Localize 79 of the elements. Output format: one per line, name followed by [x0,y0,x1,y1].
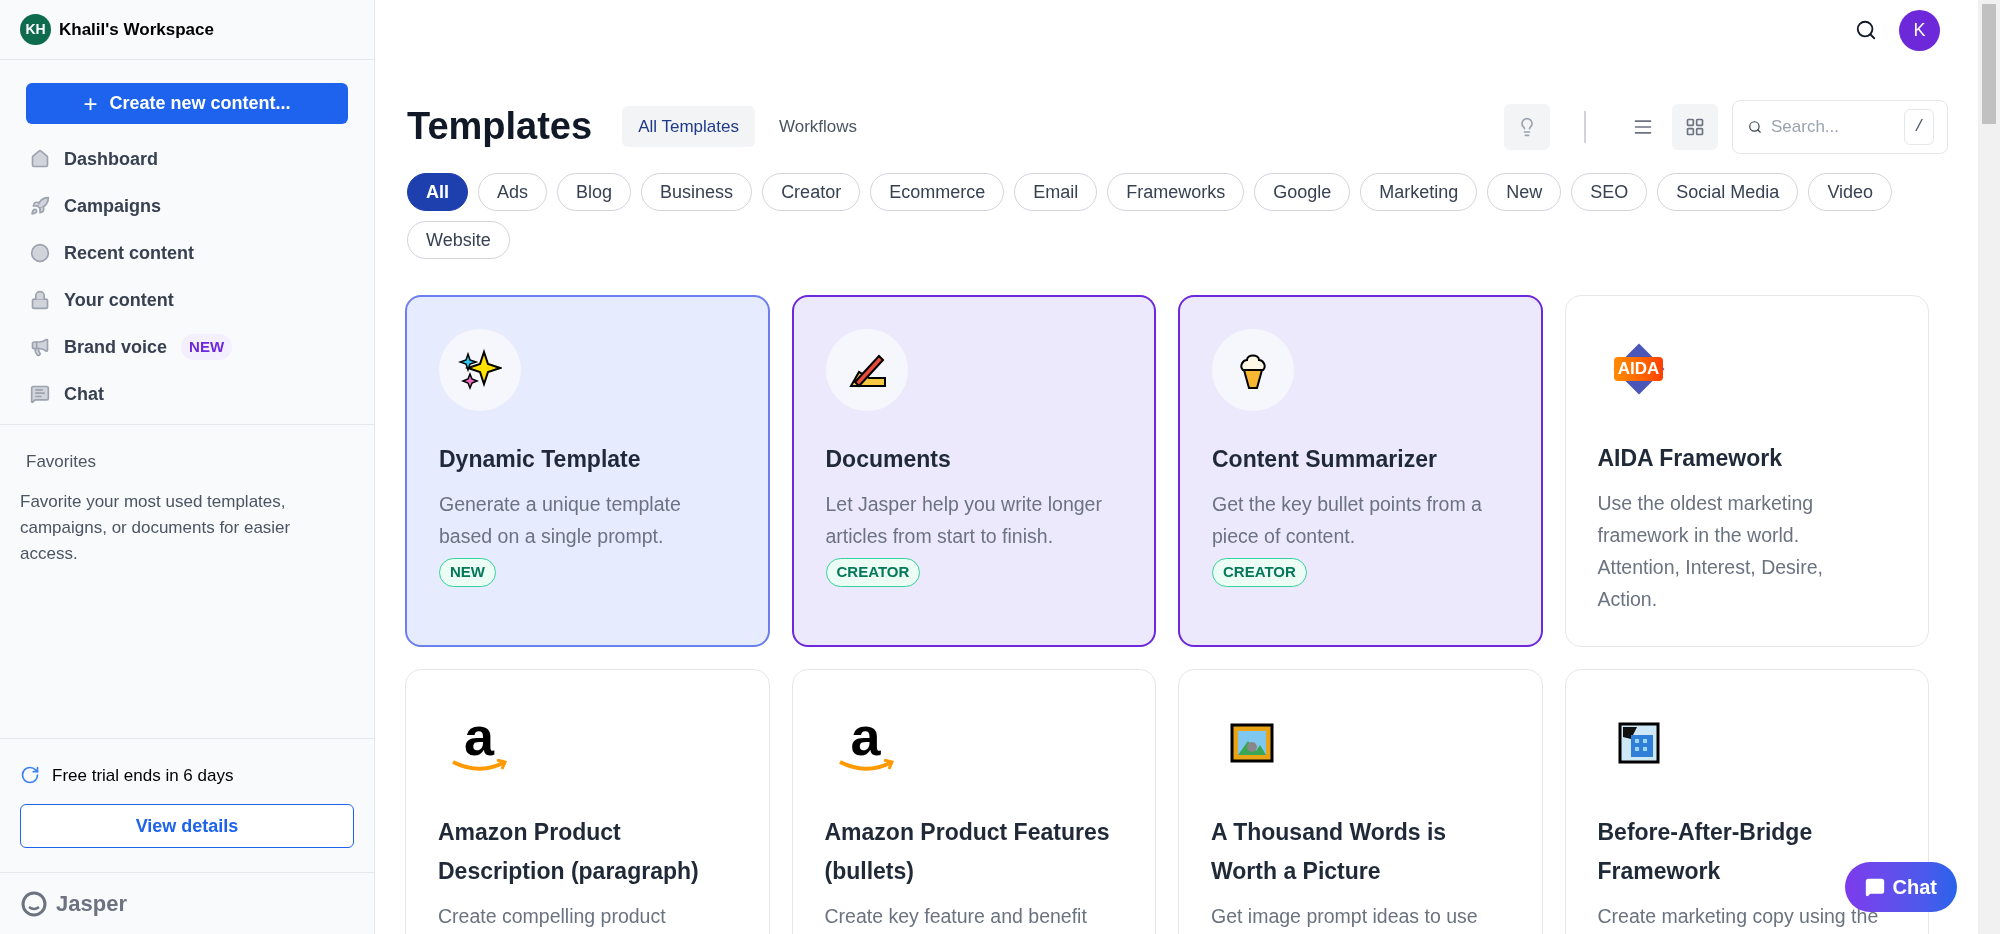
filter-chip[interactable]: Email [1014,173,1098,211]
nav-item[interactable]: Recent content [30,235,344,271]
card-title: Content Summarizer [1212,446,1437,472]
card-title: Dynamic Template [439,446,641,472]
template-card[interactable]: a Amazon Product Description (paragraph) Create compelling product [405,669,770,934]
sparkles-icon [458,348,502,392]
nav-item[interactable]: Chat [30,376,344,412]
workspace-name: Khalil's Workspace [59,18,214,41]
card-description: Let Jasper help you write longer articles from start to finish. [825,492,1103,549]
timer-icon [20,765,40,786]
page-title: Templates [407,104,593,149]
category-badge: CREATOR [1212,558,1307,587]
card-title: Amazon Product Description (paragraph) [438,819,699,884]
card-title: AIDA Framework [1597,445,1782,471]
filter-chip[interactable]: Ecommerce [870,173,1005,211]
filter-chip[interactable]: Social Media [1657,173,1799,211]
card-title: A Thousand Words is Worth a Picture [1211,819,1447,884]
user-avatar[interactable]: K [1899,9,1940,51]
card-description: Create key feature and benefit [824,904,1088,929]
tab[interactable]: All Templates [622,106,755,147]
grid-view-button[interactable] [1672,103,1718,150]
card-title: Before-After-Bridge Framework [1597,819,1813,884]
card-title: Documents [825,446,951,472]
card-description: Get the key bullet points from a piece of content. [1212,492,1483,549]
template-card[interactable]: Documents Let Jasper help you write longer articles from start to finish. CREATOR [791,295,1156,647]
lock-icon [30,290,50,310]
megaphone-icon [30,337,50,357]
nav-item[interactable]: Your content [30,282,344,318]
nav-item[interactable]: Campaigns [30,188,344,224]
favorites-heading: Favorites [25,451,97,473]
amazon-logo: a [449,713,509,773]
card-description: Create compelling product [438,904,667,929]
shortcut-key: / [1904,108,1934,145]
filter-chip[interactable]: New [1487,173,1562,211]
category-badge: NEW [439,558,496,587]
filter-chip[interactable]: Blog [557,173,632,211]
card-description: Use the oldest marketing framework in the world. Attention, Interest, Desire, Action. [1597,491,1824,612]
category-badge: CREATOR [825,558,921,587]
new-badge: NEW [181,333,233,361]
filter-chip[interactable]: Business [641,173,753,211]
scrollbar[interactable] [1978,0,2000,934]
filter-chip[interactable]: Ads [478,173,548,211]
nav-item[interactable]: Dashboard [30,141,344,177]
search-icon [1748,119,1762,134]
filter-chip[interactable]: Video [1808,173,1893,211]
filter-chip[interactable]: Google [1254,173,1351,211]
card-description: Get image prompt ideas to use [1211,904,1479,929]
amazon-logo: a [835,713,896,773]
lightbulb-button[interactable] [1504,103,1550,150]
jasper-logo-text: Jasper [56,890,127,918]
trial-notice: Free trial ends in 6 days [52,764,234,787]
filter-chip[interactable]: Frameworks [1107,173,1245,211]
rocket-icon [30,196,50,216]
house-icon [30,149,50,169]
chat-bubble-icon [1864,877,1885,897]
card-description: Generate a unique template based on a single prompt. [439,492,682,549]
filter-chip[interactable]: SEO [1571,173,1648,211]
filter-chip[interactable]: Website [407,221,510,259]
nav-item[interactable]: Brand voice NEW [30,329,344,365]
card-title: Amazon Product Features (bullets) [824,819,1110,884]
search-icon[interactable] [1855,19,1877,41]
tab[interactable]: Workflows [762,106,874,147]
template-card[interactable]: Content Summarizer Get the key bullet points from a piece of content. CREATOR [1178,295,1543,647]
filter-chip[interactable]: Marketing [1360,173,1478,211]
jasper-logo-icon [20,889,48,918]
building-picture-icon [1616,721,1661,765]
filter-chip[interactable]: Creator [762,173,861,211]
workspace-avatar[interactable]: KH [20,14,51,45]
template-card[interactable]: a Amazon Product Features (bullets) Create key feature and benefit [791,669,1156,934]
chat-icon [30,384,50,404]
view-details-button[interactable]: View details [20,804,354,848]
framed-picture-icon [1230,723,1274,763]
template-card[interactable]: A Thousand Words is Worth a Picture Get image prompt ideas to use [1178,669,1543,934]
grid-icon [1685,116,1705,137]
filter-chip[interactable]: All [407,173,468,211]
template-card[interactable]: AIDA AIDA Framework Use the oldest marketing framework in the world. Attention, Interest, Desire, Action. [1564,295,1929,647]
create-content-button[interactable]: + Create new content... [26,83,348,124]
template-card[interactable]: Dynamic Template Generate a unique template based on a single prompt. NEW [405,295,770,647]
favorites-hint: Favorite your most used templates, campaigns, or documents for easier access. [20,490,292,565]
